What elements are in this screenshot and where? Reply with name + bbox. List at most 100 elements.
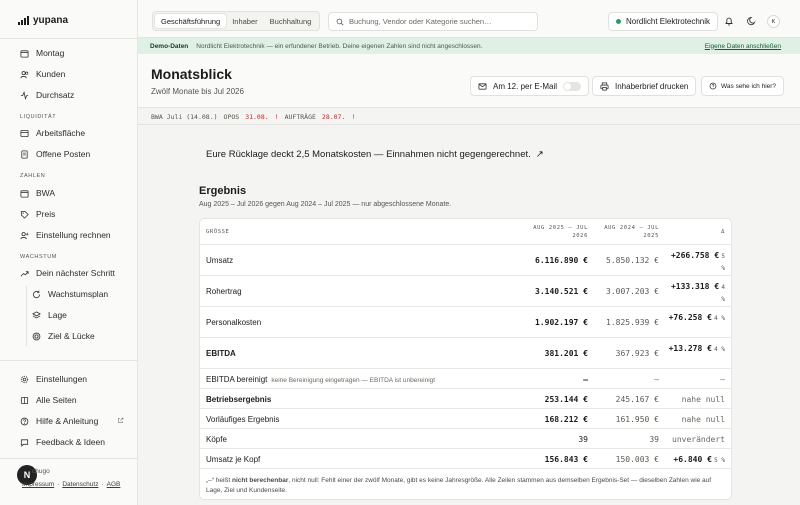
help-circle-icon <box>709 82 717 90</box>
brand-logo[interactable]: yupana <box>18 15 68 26</box>
table-row[interactable]: Betriebsergebnis 253.144 € 245.167 € nah… <box>200 389 731 409</box>
privacy-link[interactable]: Datenschutz <box>62 481 98 488</box>
grid-icon <box>20 396 29 404</box>
sidebar-item-montag[interactable]: Montag <box>20 46 64 60</box>
user-avatar[interactable]: K <box>767 15 780 28</box>
terms-link[interactable]: AGB <box>107 481 121 488</box>
email-toggle[interactable] <box>563 81 582 91</box>
results-table: GRÖSSE AUG 2025 – JUL 2026 AUG 2024 – JU… <box>199 218 732 500</box>
help-icon <box>20 417 29 425</box>
sidebar-item-einstellung-rechnen[interactable]: Einstellung rechnen <box>20 228 111 242</box>
section-title: Ergebnis <box>199 185 247 197</box>
sidebar: yupana Montag Kunden Durchsatz LIQUIDITÄ… <box>0 0 138 505</box>
footer-links: Impressum · Datenschutz · AGB <box>22 481 121 488</box>
sidebar-item-alle-seiten[interactable]: Alle Seiten <box>20 393 77 407</box>
bwa-status[interactable]: BWA Juli (14.08.) <box>151 113 218 121</box>
email-schedule-button[interactable]: Am 12. per E-Mail <box>470 76 590 96</box>
imprint-link[interactable]: Impressum <box>22 481 54 488</box>
print-letter-button[interactable]: Inhaberbrief drucken <box>592 76 697 96</box>
sidebar-item-naechster-schritt[interactable]: Dein nächster Schritt <box>20 266 115 280</box>
tab-buchhaltung[interactable]: Buchhaltung <box>264 14 318 28</box>
tab-inhaber[interactable]: Inhaber <box>226 14 263 28</box>
table-row[interactable]: Umsatz je Kopf 156.843 € 150.003 € +6.84… <box>200 449 731 469</box>
sidebar-divider <box>0 360 138 361</box>
section-label-liquiditaet: LIQUIDITÄT <box>20 114 57 120</box>
sidebar-item-einstellungen[interactable]: Einstellungen <box>20 372 87 386</box>
tag-icon <box>20 210 29 219</box>
activity-icon <box>20 90 29 100</box>
receipt-icon <box>21 149 28 159</box>
search-box[interactable] <box>328 12 538 31</box>
table-row[interactable]: EBITDA bereinigt keine Bereinigung einget… <box>200 369 731 389</box>
opos-date[interactable]: 31.08. <box>245 113 268 121</box>
divider <box>138 124 800 125</box>
gear-icon <box>20 375 29 383</box>
col-header-current: AUG 2025 – JUL 2026 <box>533 225 588 239</box>
tab-geschaeftsfuehrung[interactable]: Geschäftsführung <box>155 14 227 28</box>
table-row[interactable]: Personalkosten 1.902.197 € 1.825.939 € +… <box>200 307 731 338</box>
col-header-delta: Δ <box>721 229 725 235</box>
mail-icon <box>478 82 487 90</box>
sidebar-item-ziel-luecke[interactable]: Ziel & Lücke <box>32 329 95 343</box>
external-link-icon <box>118 417 124 423</box>
status-line: BWA Juli (14.08.) OPOS 31.08. ! AUFTRÄGE… <box>151 113 356 121</box>
table-row[interactable]: Rohertrag 3.140.521 € 3.007.203 € +133.3… <box>200 276 731 307</box>
sidebar-item-offene-posten[interactable]: Offene Posten <box>20 147 90 161</box>
company-switcher[interactable]: Nordlicht Elektrotechnik <box>608 12 719 31</box>
auftraege-date[interactable]: 28.07. <box>322 113 345 121</box>
bell-icon[interactable] <box>724 16 734 26</box>
col-header-previous: AUG 2024 – JUL 2025 <box>604 225 659 239</box>
table-header: GRÖSSE AUG 2025 – JUL 2026 AUG 2024 – JU… <box>200 219 731 245</box>
sidebar-item-durchsatz[interactable]: Durchsatz <box>20 88 74 102</box>
company-name: Nordlicht Elektrotechnik <box>626 17 711 26</box>
logo-icon <box>18 16 29 25</box>
help-button[interactable]: Was sehe ich hier? <box>701 76 785 96</box>
moon-icon[interactable] <box>747 16 757 26</box>
sidebar-item-hilfe[interactable]: Hilfe & Anleitung <box>20 414 98 428</box>
sidebar-item-lage[interactable]: Lage <box>32 308 67 322</box>
table-footnote: „–“ heißt nicht berechenbar, nicht null:… <box>206 477 712 494</box>
sidebar-divider <box>0 458 138 459</box>
sidebar-item-bwa[interactable]: BWA <box>20 186 55 200</box>
section-label-zahlen: ZAHLEN <box>20 173 46 179</box>
section-subtitle: Aug 2025 – Jul 2026 gegen Aug 2024 – Jul… <box>199 201 452 208</box>
sidebar-item-feedback[interactable]: Feedback & Ideen <box>20 435 105 449</box>
table-row[interactable]: Vorläufiges Ergebnis 168.212 € 161.950 €… <box>200 409 731 429</box>
user-name: chugo <box>32 468 50 475</box>
demo-label: Demo-Daten <box>150 42 189 50</box>
table-row[interactable]: Köpfe 39 39 unverändert <box>200 429 731 449</box>
sidebar-item-arbeitsflaeche[interactable]: Arbeitsfläche <box>20 126 85 140</box>
message-icon <box>20 438 29 447</box>
sidebar-item-kunden[interactable]: Kunden <box>20 67 65 81</box>
submenu-guide-line <box>26 286 27 346</box>
page-subtitle: Zwölf Monate bis Jul 2026 <box>151 87 244 96</box>
printer-icon <box>600 81 609 91</box>
connect-data-link[interactable]: Eigene Daten anschließen <box>705 43 781 50</box>
sidebar-item-preis[interactable]: Preis <box>20 207 55 221</box>
table-row[interactable]: Umsatz 6.116.890 € 5.850.132 € +266.758 … <box>200 245 731 276</box>
target-icon <box>32 332 41 340</box>
sidebar-item-wachstumsplan[interactable]: Wachstumsplan <box>32 287 108 301</box>
role-tabs: Geschäftsführung Inhaber Buchhaltung <box>152 11 321 31</box>
user-plus-icon <box>20 231 29 239</box>
page-title: Monatsblick <box>151 66 232 82</box>
main-content: Monatsblick Zwölf Monate bis Jul 2026 Am… <box>138 54 800 505</box>
refresh-icon <box>32 290 41 298</box>
search-icon <box>336 18 344 25</box>
users-icon <box>20 70 29 78</box>
brand-name: yupana <box>33 15 69 26</box>
calendar-icon <box>20 49 29 58</box>
search-input[interactable] <box>349 17 529 26</box>
arrow-up-right-icon: ↗ <box>535 149 544 160</box>
demo-banner: Demo-Daten Nordlicht Elektrotechnik — ei… <box>138 38 800 54</box>
sidebar-divider <box>0 38 138 39</box>
headline-insight[interactable]: Eure Rücklage deckt 2,5 Monatskosten — E… <box>206 149 544 160</box>
col-header-label: GRÖSSE <box>206 229 230 235</box>
layout-icon <box>20 129 29 137</box>
layers-icon <box>32 310 41 318</box>
table-row[interactable]: EBITDA 381.201 € 367.923 € +13.278 € 4 % <box>200 338 731 369</box>
page-header: Monatsblick Zwölf Monate bis Jul 2026 Am… <box>138 54 800 108</box>
calendar-icon <box>20 189 29 198</box>
trending-up-icon <box>20 270 29 276</box>
status-dot <box>616 19 621 24</box>
